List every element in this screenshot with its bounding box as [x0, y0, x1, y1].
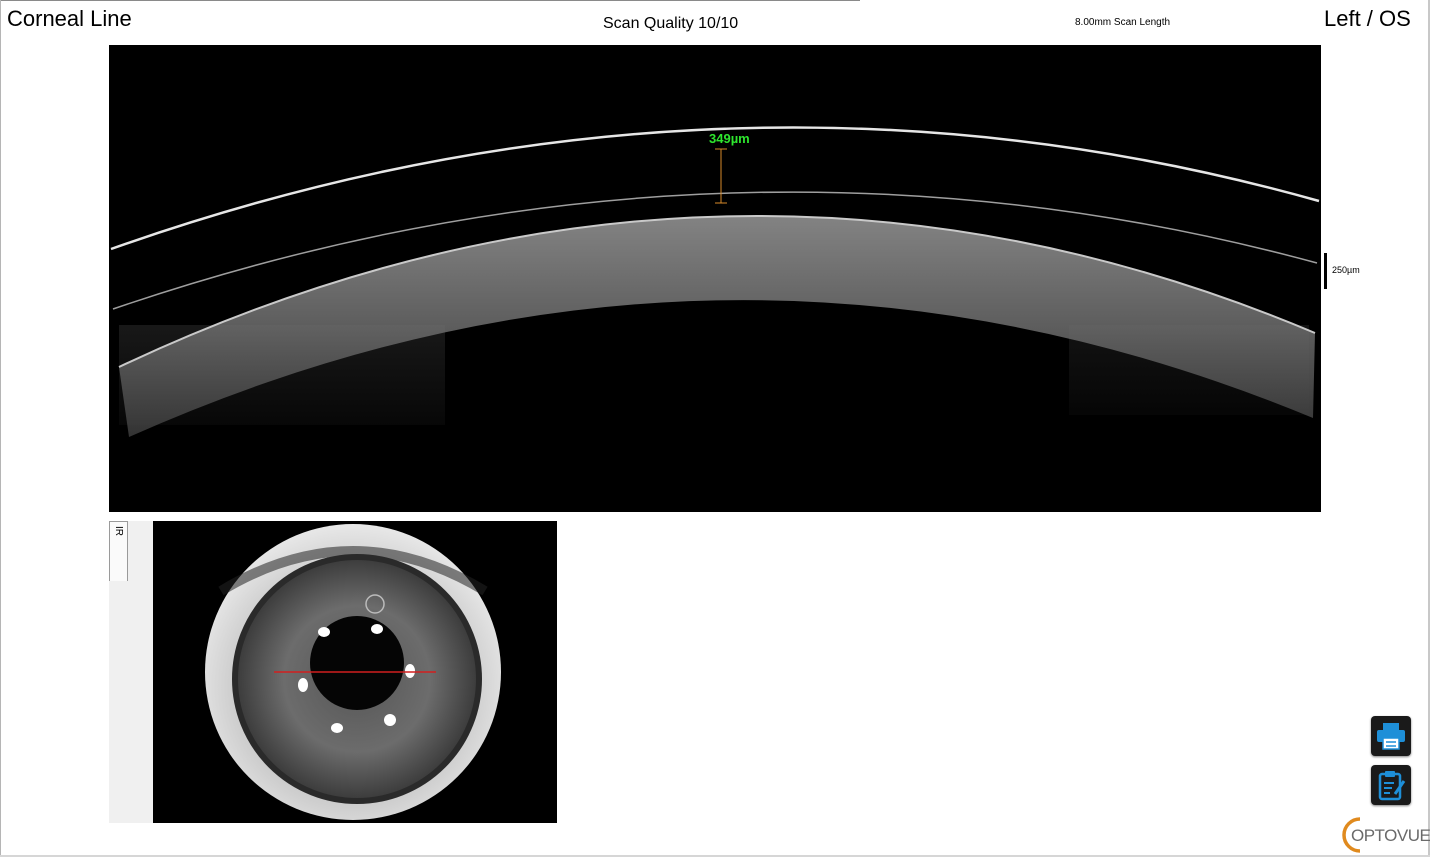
eye-side-label: Left / OS — [1324, 6, 1411, 31]
page-title: Corneal Line — [7, 6, 132, 31]
scale-bar-label: 250µm — [1332, 265, 1360, 275]
scan-length-label: 8.00mm Scan Length — [1075, 17, 1171, 28]
scan-quality-label: Scan Quality 10/10 — [603, 15, 739, 32]
optovue-logo-text: OPTOVUE — [1351, 826, 1430, 845]
window-top-border — [0, 0, 860, 1]
eye-graphic — [205, 524, 501, 820]
scale-bar — [1324, 253, 1327, 289]
thickness-measurement-label[interactable]: 349µm — [709, 131, 750, 146]
ir-tab-label: IR — [113, 526, 124, 536]
printer-icon — [1377, 723, 1405, 750]
ir-tab[interactable]: IR — [109, 521, 128, 581]
oct-bscan-image[interactable]: 349µm — [109, 45, 1321, 512]
report-button[interactable] — [1371, 765, 1411, 805]
ir-eye-image[interactable] — [153, 521, 557, 823]
clipboard-edit-icon — [1378, 771, 1406, 801]
oct-scan-graphic — [110, 126, 1320, 437]
print-button[interactable] — [1371, 716, 1411, 756]
window-left-border — [0, 0, 1, 857]
